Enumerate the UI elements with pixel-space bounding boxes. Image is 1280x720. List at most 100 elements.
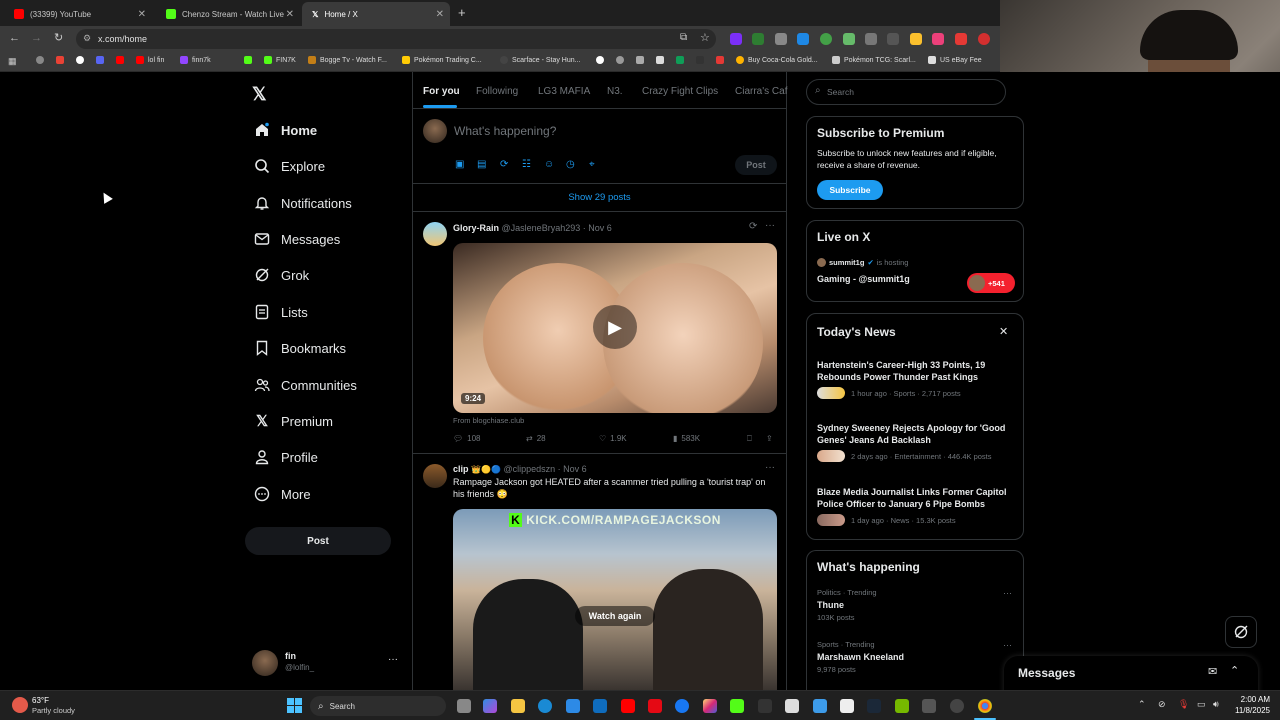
extension-icon[interactable] [843, 33, 855, 45]
extension-icon[interactable] [978, 33, 990, 45]
site-info-icon[interactable]: ⚙ [83, 33, 91, 44]
apps-grid-icon[interactable]: ▦ [8, 56, 17, 67]
url-bar[interactable]: ⚙ x.com/home [76, 29, 716, 49]
messages-drawer[interactable]: Messages ✉ ⌃ [1004, 656, 1258, 690]
bookmark-item[interactable] [116, 56, 128, 64]
more-icon[interactable]: ··· [1003, 588, 1012, 598]
task-view-icon[interactable] [457, 699, 471, 713]
ms-store-icon[interactable] [566, 699, 580, 713]
taskbar-search[interactable]: ⌕ Search [310, 696, 446, 716]
repost-button[interactable]: ⇄ 28 [526, 434, 546, 443]
clock-time[interactable]: 2:00 AM [1236, 695, 1270, 704]
tweet-date[interactable]: · Nov 6 [558, 464, 587, 474]
close-icon[interactable]: ✕ [286, 9, 294, 20]
grok-icon[interactable]: ⟳ [500, 159, 508, 170]
news-item[interactable]: Sydney Sweeney Rejects Apology for 'Good… [817, 422, 1017, 462]
watch-again-button[interactable]: Watch again [575, 606, 655, 626]
bookmark-item[interactable] [56, 56, 68, 64]
post-button[interactable]: Post [245, 527, 391, 555]
app-icon[interactable] [922, 699, 936, 713]
bookmark-item[interactable] [244, 56, 256, 64]
reload-icon[interactable]: ↻ [54, 31, 63, 44]
account-switcher[interactable]: fin @lolfin_ ··· [252, 648, 402, 680]
composer-input[interactable]: What's happening? [454, 124, 556, 138]
tweet-author-handle[interactable]: @clippedszn [503, 464, 555, 474]
nav-lists[interactable]: Lists [253, 298, 308, 326]
search-input[interactable]: ⌕ Search [806, 79, 1006, 105]
live-host-row[interactable]: summit1g ✔ is hosting [817, 258, 908, 267]
tab-following[interactable]: Following [476, 86, 518, 97]
app-icon[interactable] [840, 699, 854, 713]
extension-icon[interactable] [820, 33, 832, 45]
tweet-video[interactable]: K KICK.COM/RAMPAGEJACKSON Watch again [453, 509, 777, 690]
network-off-icon[interactable]: ⊘ [1158, 699, 1166, 710]
like-button[interactable]: ♡ 1.9K [599, 434, 627, 443]
app-icon[interactable] [813, 699, 827, 713]
nav-bookmarks[interactable]: Bookmarks [253, 334, 346, 362]
new-message-icon[interactable]: ✉ [1208, 665, 1217, 678]
browser-tab-kick[interactable]: Chenzo Stream - Watch Live on ✕ [156, 2, 300, 26]
browser-tab-youtube[interactable]: (33399) YouTube ✕ [4, 2, 152, 26]
grok-floating-button[interactable] [1225, 616, 1257, 648]
extension-icon[interactable] [887, 33, 899, 45]
steam-icon[interactable] [867, 699, 881, 713]
views-button[interactable]: ▮ 583K [673, 434, 700, 443]
bookmark-item[interactable] [96, 56, 108, 64]
nav-notifications[interactable]: Notifications [253, 189, 352, 217]
tweet-video[interactable]: ▶ 9:24 [453, 243, 777, 413]
bookmark-item[interactable] [36, 56, 48, 64]
bookmark-item[interactable] [676, 56, 688, 64]
schedule-icon[interactable]: ◷ [566, 159, 575, 170]
tab-lg3-mafia[interactable]: LG3 MAFIA [538, 86, 590, 97]
bookmark-fin7k[interactable]: FIN7K [264, 56, 296, 64]
tweet-date[interactable]: · Nov 6 [583, 223, 612, 233]
extension-icon[interactable] [932, 33, 944, 45]
kick-icon[interactable] [730, 699, 744, 713]
tweet-author-handle[interactable]: @JasleneBryah293 [502, 223, 581, 233]
youtube-icon[interactable] [621, 699, 635, 713]
show-new-posts-button[interactable]: Show 29 posts [413, 184, 786, 212]
nav-grok[interactable]: Grok [253, 261, 309, 289]
tweet[interactable]: Glory-Rain @JasleneBryah293 · Nov 6 ⟳ ··… [413, 212, 786, 454]
tweet[interactable]: clip 👑🟡🔵 @clippedszn · Nov 6 ··· Rampage… [413, 454, 786, 690]
install-icon[interactable]: ⧉ [680, 32, 687, 43]
nav-explore[interactable]: Explore [253, 152, 325, 180]
subscribe-button[interactable]: Subscribe [817, 180, 883, 200]
close-icon[interactable]: ✕ [436, 9, 444, 20]
chevron-up-icon[interactable]: ⌃ [1138, 699, 1146, 710]
nav-home[interactable]: Home [253, 116, 317, 144]
extension-icon[interactable] [910, 33, 922, 45]
amazon-icon[interactable] [785, 699, 799, 713]
forward-icon[interactable]: → [31, 32, 42, 44]
close-icon[interactable]: ✕ [138, 9, 146, 20]
bookmark-coca-cola[interactable]: Buy Coca-Cola Gold... [736, 56, 818, 64]
live-stream-title[interactable]: Gaming - @summit1g [817, 274, 910, 284]
bookmark-bogge[interactable]: Bogge Tv - Watch F... [308, 56, 387, 64]
grok-icon[interactable]: ⟳ [749, 221, 757, 232]
bookmark-ebay-fee[interactable]: US eBay Fee Calc [928, 56, 984, 64]
bookmark-item[interactable] [716, 56, 728, 64]
bookmark-item[interactable] [76, 56, 88, 64]
nvidia-icon[interactable] [895, 699, 909, 713]
avatar[interactable] [423, 464, 447, 488]
netflix-icon[interactable] [648, 699, 662, 713]
news-item[interactable]: Blaze Media Journalist Links Former Capi… [817, 486, 1017, 526]
more-icon[interactable]: ··· [765, 462, 775, 473]
reply-button[interactable]: 💬︎ 108 [453, 434, 481, 443]
extension-icon[interactable] [955, 33, 967, 45]
bookmark-finn7k[interactable]: finn7k [180, 56, 211, 64]
gif-icon[interactable]: ▤ [477, 159, 486, 170]
more-icon[interactable]: ··· [765, 220, 775, 231]
bookmark-lol-fin[interactable]: lol fin [136, 56, 164, 64]
bookmark-button[interactable]: ⎕ [747, 434, 752, 444]
chrome-icon[interactable] [978, 699, 992, 713]
nav-premium[interactable]: 𝕏 Premium [253, 407, 333, 435]
volume-icon[interactable]: 🔊︎ [1213, 699, 1219, 710]
tiktok-icon[interactable] [758, 699, 772, 713]
bookmark-item[interactable] [596, 56, 608, 64]
nav-profile[interactable]: Profile [253, 443, 318, 471]
tweet-author-name[interactable]: clip [453, 464, 469, 474]
poll-icon[interactable]: ☷ [522, 159, 531, 170]
card-source[interactable]: From blogchiase.club [453, 416, 524, 425]
bookmark-item[interactable] [656, 56, 668, 64]
